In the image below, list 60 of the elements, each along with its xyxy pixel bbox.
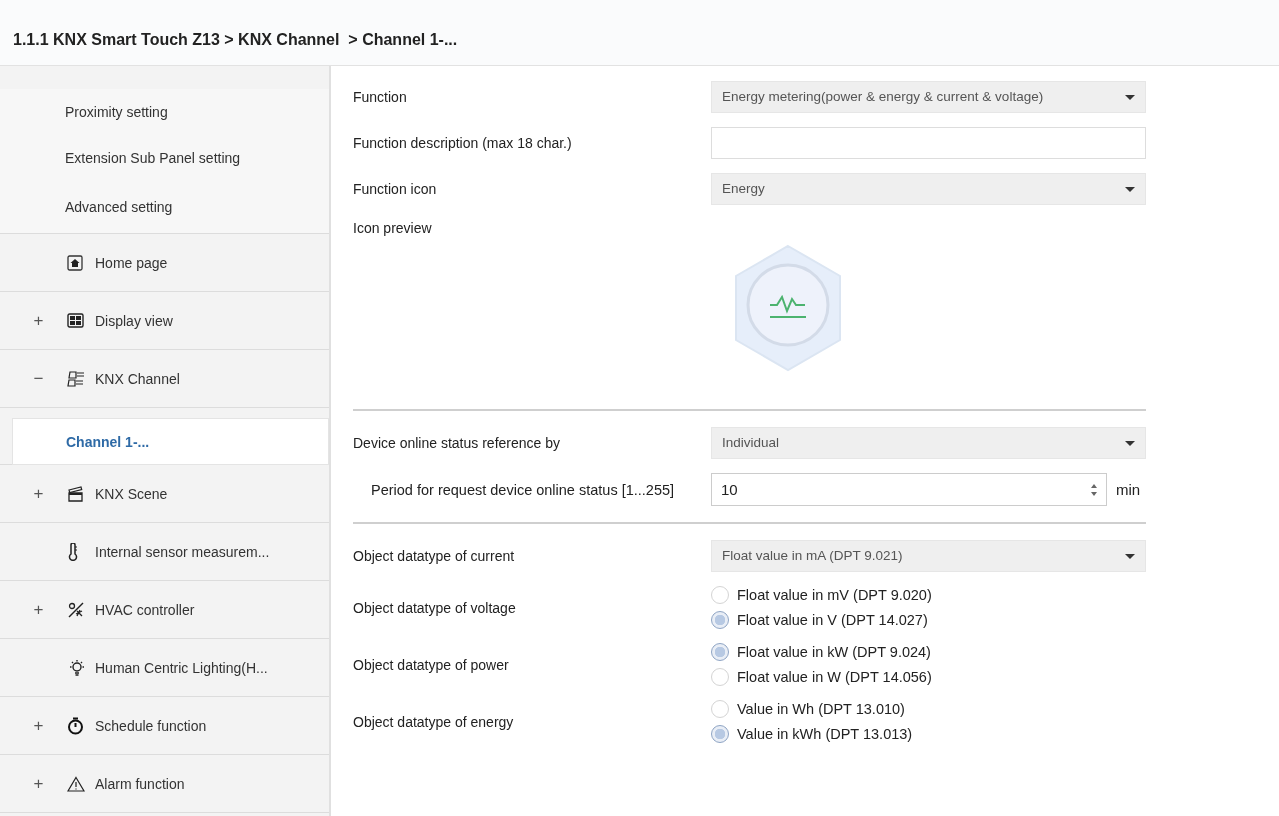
parameter-label: Icon preview [353, 219, 433, 237]
sidebar-item[interactable]: Alarm function [95, 775, 185, 792]
parameter-label: Period for request device online status [1...255] [370, 480, 676, 499]
expand-toggle[interactable]: + [33, 715, 44, 735]
radio-label[interactable]: Float value in W (DPT 14.056) [737, 669, 932, 685]
sidebar-item[interactable]: Extension Sub Panel setting [0, 135, 329, 181]
radio-button[interactable] [711, 725, 729, 743]
thermometer-icon [67, 542, 79, 561]
bulb-icon [67, 658, 87, 677]
input-field[interactable] [711, 127, 1146, 159]
dropdown[interactable]: Energy [711, 173, 1146, 205]
sidebar-item[interactable]: Display view [95, 312, 173, 329]
radio-label[interactable]: Value in Wh (DPT 13.010) [737, 701, 905, 717]
expand-toggle[interactable]: + [33, 773, 44, 793]
grid-icon [67, 313, 84, 328]
expand-toggle[interactable]: + [33, 483, 44, 503]
radio-label[interactable]: Float value in mV (DPT 9.020) [737, 587, 932, 603]
unit-label: min [1116, 481, 1141, 498]
sidebar-item[interactable]: KNX Channel [95, 370, 180, 387]
parameter-label: Object datatype of energy [353, 712, 515, 731]
expand-toggle[interactable]: + [33, 310, 44, 330]
breadcrumb-title: 1.1.1 KNX Smart Touch Z13 > KNX Channel > Channel 1-... [12, 30, 459, 49]
radio-label[interactable]: Value in kWh (DPT 13.013) [737, 726, 913, 742]
warning-icon [67, 775, 85, 792]
radio-button[interactable] [711, 611, 729, 629]
parameter-label: Device online status reference by [353, 434, 561, 452]
parameter-label: Object datatype of voltage [353, 598, 517, 617]
radio-label[interactable]: Float value in V (DPT 14.027) [737, 612, 928, 628]
radio-button[interactable] [711, 643, 729, 661]
dropdown[interactable]: Individual [711, 427, 1146, 459]
sidebar-item[interactable]: Home page [95, 254, 168, 271]
expand-toggle[interactable]: + [33, 599, 44, 619]
radio-label[interactable]: Float value in kW (DPT 9.024) [737, 644, 931, 660]
pulse-hexagon-icon [733, 243, 843, 373]
number-field[interactable]: 10 [711, 473, 1107, 506]
panels-icon [67, 370, 85, 387]
parameter-label: Function icon [353, 180, 438, 198]
spinner-icon[interactable] [1090, 482, 1098, 497]
timer-icon [67, 716, 84, 735]
clapperboard-icon [67, 485, 84, 502]
parameter-label: Function [353, 88, 408, 106]
dropdown[interactable]: Float value in mA (DPT 9.021) [711, 540, 1146, 572]
sidebar-item[interactable]: Proximity setting [0, 89, 329, 135]
hvac-icon [67, 600, 85, 619]
parameter-label: Function description (max 18 char.) [353, 134, 573, 152]
parameter-label: Object datatype of power [353, 655, 510, 674]
radio-button[interactable] [711, 586, 729, 604]
radio-button[interactable] [711, 700, 729, 718]
sidebar-item[interactable]: Channel 1-... [12, 418, 329, 465]
home-icon [67, 254, 83, 271]
sidebar-item[interactable]: Advanced setting [0, 181, 329, 234]
sidebar-item[interactable]: Human Centric Lighting(H... [95, 659, 268, 676]
sidebar-item[interactable]: Internal sensor measurem... [95, 543, 270, 560]
expand-toggle[interactable]: − [33, 368, 44, 388]
radio-button[interactable] [711, 668, 729, 686]
dropdown[interactable]: Energy metering(power & energy & current & voltage) [711, 81, 1146, 113]
sidebar-item[interactable]: HVAC controller [95, 601, 195, 618]
parameter-label: Object datatype of current [353, 547, 516, 565]
sidebar-item[interactable]: KNX Scene [95, 485, 168, 502]
sidebar-item[interactable]: Schedule function [95, 717, 207, 734]
